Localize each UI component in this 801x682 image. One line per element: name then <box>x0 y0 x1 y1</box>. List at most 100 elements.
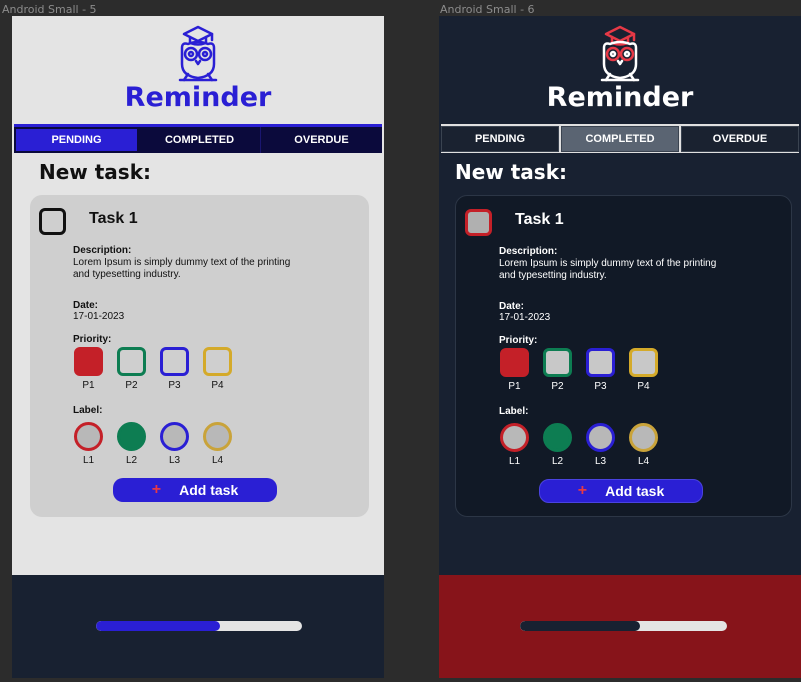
phone-frame-dark: Reminder PENDING COMPLETED OVERDUE New t… <box>439 16 801 678</box>
label-option-label: L1 <box>82 455 95 466</box>
app-title: Reminder <box>546 82 694 113</box>
add-task-button[interactable]: + Add task <box>113 478 277 502</box>
label-option-l3[interactable]: L3 <box>586 423 615 467</box>
logo <box>12 24 384 82</box>
priority-option-p3[interactable]: P3 <box>586 348 615 392</box>
label-option-l2[interactable]: L2 <box>117 422 146 466</box>
plus-icon: + <box>577 482 588 499</box>
frame-label-dark: Android Small - 6 <box>440 3 535 16</box>
task-card: Task 1 Description: Lorem Ipsum is simpl… <box>455 195 792 517</box>
tab-pending[interactable]: PENDING <box>14 127 139 153</box>
label-option-label: L2 <box>125 455 138 466</box>
label-option-label: L4 <box>211 455 224 466</box>
priority-option-p1[interactable]: P1 <box>500 348 529 392</box>
label-option-l1[interactable]: L1 <box>74 422 103 466</box>
label-option-l2[interactable]: L2 <box>543 423 572 467</box>
description-label: Description: <box>499 246 558 257</box>
tab-bar: PENDING COMPLETED OVERDUE <box>441 124 799 153</box>
label-option-l1[interactable]: L1 <box>500 423 529 467</box>
priority-option-label: P2 <box>551 381 564 392</box>
progress-bar <box>96 621 302 631</box>
add-task-label: Add task <box>179 482 239 498</box>
priority-swatch <box>543 348 572 377</box>
task-checkbox[interactable] <box>465 209 492 236</box>
logo <box>439 24 801 82</box>
priority-swatch <box>203 347 232 376</box>
label-swatch <box>74 422 103 451</box>
app-title: Reminder <box>124 82 272 113</box>
progress-fill <box>96 621 220 631</box>
priority-option-label: P1 <box>82 380 95 391</box>
page-heading: New task: <box>39 160 152 184</box>
priority-options: P1 P2 P3 P4 <box>500 348 658 392</box>
label-field-label: Label: <box>499 406 529 417</box>
priority-option-p1[interactable]: P1 <box>74 347 103 391</box>
label-option-label: L2 <box>551 456 564 467</box>
priority-option-label: P2 <box>125 380 138 391</box>
bottom-bar <box>439 575 801 678</box>
priority-swatch <box>586 348 615 377</box>
priority-option-p4[interactable]: P4 <box>203 347 232 391</box>
date-label: Date: <box>73 300 99 311</box>
priority-option-label: P3 <box>168 380 181 391</box>
task-checkbox[interactable] <box>39 208 66 235</box>
label-swatch <box>160 422 189 451</box>
label-swatch <box>203 422 232 451</box>
add-task-label: Add task <box>605 483 665 499</box>
label-option-label: L4 <box>637 456 650 467</box>
label-swatch <box>586 423 615 452</box>
tab-completed[interactable]: COMPLETED <box>139 127 261 153</box>
description-value: Lorem Ipsum is simply dummy text of the … <box>73 257 291 280</box>
label-option-label: L1 <box>508 456 521 467</box>
priority-option-label: P4 <box>211 380 224 391</box>
progress-bar <box>520 621 727 631</box>
tab-pending[interactable]: PENDING <box>441 126 559 152</box>
priority-option-p3[interactable]: P3 <box>160 347 189 391</box>
label-option-l3[interactable]: L3 <box>160 422 189 466</box>
tab-overdue[interactable]: OVERDUE <box>261 127 382 153</box>
description-value: Lorem Ipsum is simply dummy text of the … <box>499 258 717 281</box>
priority-option-label: P3 <box>594 381 607 392</box>
task-title: Task 1 <box>515 211 564 228</box>
owl-graduate-icon <box>178 25 218 82</box>
priority-option-p2[interactable]: P2 <box>543 348 572 392</box>
priority-option-label: P4 <box>637 381 650 392</box>
label-options: L1 L2 L3 L4 <box>74 422 232 466</box>
priority-swatch <box>160 347 189 376</box>
date-value: 17-01-2023 <box>73 311 125 322</box>
label-option-label: L3 <box>168 455 181 466</box>
priority-swatch <box>629 348 658 377</box>
progress-fill <box>520 621 641 631</box>
label-swatch <box>500 423 529 452</box>
label-swatch <box>117 422 146 451</box>
frame-label-light: Android Small - 5 <box>2 3 97 16</box>
label-option-label: L3 <box>594 456 607 467</box>
phone-frame-light: Reminder PENDING COMPLETED OVERDUE New t… <box>12 16 384 678</box>
priority-swatch <box>500 348 529 377</box>
priority-options: P1 P2 P3 P4 <box>74 347 232 391</box>
add-task-button[interactable]: + Add task <box>539 479 703 503</box>
tab-bar: PENDING COMPLETED OVERDUE <box>14 124 382 153</box>
label-option-l4[interactable]: L4 <box>629 423 658 467</box>
label-field-label: Label: <box>73 405 103 416</box>
priority-option-p2[interactable]: P2 <box>117 347 146 391</box>
priority-label: Priority: <box>73 334 112 345</box>
label-swatch <box>543 423 572 452</box>
description-label: Description: <box>73 245 132 256</box>
page-heading: New task: <box>455 160 568 184</box>
label-options: L1 L2 L3 L4 <box>500 423 658 467</box>
bottom-bar <box>12 575 384 678</box>
label-option-l4[interactable]: L4 <box>203 422 232 466</box>
priority-option-label: P1 <box>508 381 521 392</box>
priority-swatch <box>74 347 103 376</box>
owl-graduate-icon <box>600 25 640 82</box>
plus-icon: + <box>151 481 162 498</box>
tab-overdue[interactable]: OVERDUE <box>681 126 799 152</box>
priority-label: Priority: <box>499 335 538 346</box>
priority-swatch <box>117 347 146 376</box>
task-card: Task 1 Description: Lorem Ipsum is simpl… <box>30 195 369 517</box>
date-value: 17-01-2023 <box>499 312 551 323</box>
label-swatch <box>629 423 658 452</box>
priority-option-p4[interactable]: P4 <box>629 348 658 392</box>
tab-completed[interactable]: COMPLETED <box>561 126 679 152</box>
